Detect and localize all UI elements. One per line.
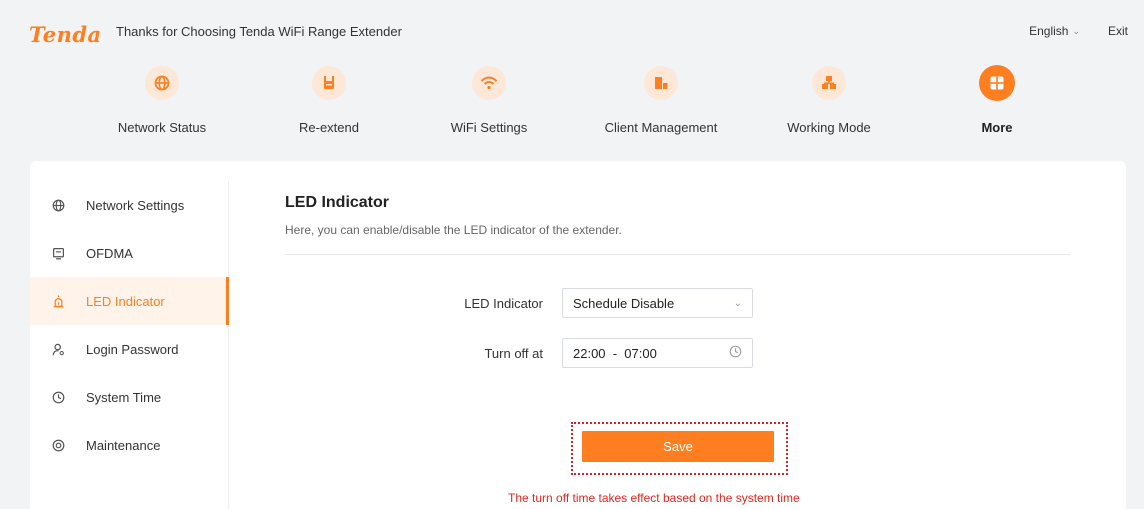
turn-off-row: Turn off at 22:00 - 07:00 <box>285 338 753 368</box>
devices-icon <box>644 66 678 100</box>
sidebar-item-label: System Time <box>86 389 162 405</box>
chevron-down-icon: ⌄ <box>1072 25 1080 36</box>
nav-label: WiFi Settings <box>450 120 528 135</box>
page-description: Here, you can enable/disable the LED ind… <box>285 223 622 237</box>
time-hint-text: The turn off time takes effect based on … <box>508 491 800 505</box>
led-indicator-row: LED Indicator Schedule Disable ⌄ <box>285 288 753 318</box>
nav-label: Network Status <box>117 120 207 135</box>
led-indicator-label: LED Indicator <box>464 295 543 311</box>
sidebar-item-label: OFDMA <box>86 245 133 261</box>
turn-off-time-value: 22:00 - 07:00 <box>573 345 657 361</box>
nav-item-re-extend[interactable]: Re-extend <box>254 66 404 135</box>
nav-item-working-mode[interactable]: Working Mode <box>754 66 904 135</box>
nav-item-client-management[interactable]: Client Management <box>586 66 736 135</box>
page-title: LED Indicator <box>285 194 390 211</box>
led-indicator-select[interactable]: Schedule Disable ⌄ <box>562 288 753 318</box>
brand-logo: Tenda <box>29 22 102 47</box>
led-indicator-value: Schedule Disable <box>573 295 675 311</box>
language-label: English <box>1029 24 1069 38</box>
sidebar-item-label: Login Password <box>86 341 179 357</box>
clock-icon <box>50 389 66 405</box>
turn-off-label: Turn off at <box>484 345 543 361</box>
globe-icon <box>50 197 66 213</box>
clock-icon <box>729 345 742 361</box>
grid-icon <box>979 65 1015 101</box>
nav-label: More <box>981 120 1013 135</box>
sidebar-item-maintenance[interactable]: Maintenance <box>30 421 228 469</box>
nav-item-wifi-settings[interactable]: WiFi Settings <box>414 66 564 135</box>
extender-icon <box>312 66 346 100</box>
nav-label: Re-extend <box>299 120 359 135</box>
content-panel: LED Indicator Here, you can enable/disab… <box>285 194 1070 505</box>
language-selector[interactable]: English ⌄ <box>1029 24 1080 38</box>
save-button[interactable]: Save <box>582 431 774 462</box>
sidebar-item-label: LED Indicator <box>86 293 165 309</box>
header-tagline: Thanks for Choosing Tenda WiFi Range Ext… <box>116 24 402 39</box>
save-highlight-box: Save <box>571 422 788 475</box>
nav-item-network-status[interactable]: Network Status <box>87 66 237 135</box>
sidebar-item-network-settings[interactable]: Network Settings <box>30 181 228 229</box>
sidebar-item-led-indicator[interactable]: LED Indicator <box>30 277 229 325</box>
ofdma-icon <box>50 245 66 261</box>
nav-label: Working Mode <box>787 120 871 135</box>
divider <box>285 254 1070 255</box>
nav-item-more[interactable]: More <box>922 65 1072 135</box>
sidebar-item-system-time[interactable]: System Time <box>30 373 228 421</box>
sidebar-item-label: Network Settings <box>86 197 185 213</box>
settings-card: Network Settings OFDMA LED Indicator Log… <box>30 161 1126 509</box>
exit-button[interactable]: Exit <box>1108 24 1128 38</box>
turn-off-time-range-picker[interactable]: 22:00 - 07:00 <box>562 338 753 368</box>
user-icon <box>50 341 66 357</box>
sidebar: Network Settings OFDMA LED Indicator Log… <box>30 181 229 509</box>
nav-label: Client Management <box>604 120 718 135</box>
sidebar-item-login-password[interactable]: Login Password <box>30 325 228 373</box>
globe-icon <box>145 66 179 100</box>
top-bar: Tenda Thanks for Choosing Tenda WiFi Ran… <box>0 0 1144 62</box>
network-mode-icon <box>812 66 846 100</box>
main-nav: Network Status Re-extend WiFi Settings C… <box>0 65 1144 146</box>
maintenance-icon <box>50 437 66 453</box>
sidebar-item-ofdma[interactable]: OFDMA <box>30 229 228 277</box>
chevron-down-icon: ⌄ <box>733 297 742 309</box>
sidebar-item-label: Maintenance <box>86 437 161 453</box>
led-icon <box>50 293 66 309</box>
wifi-icon <box>472 66 506 100</box>
